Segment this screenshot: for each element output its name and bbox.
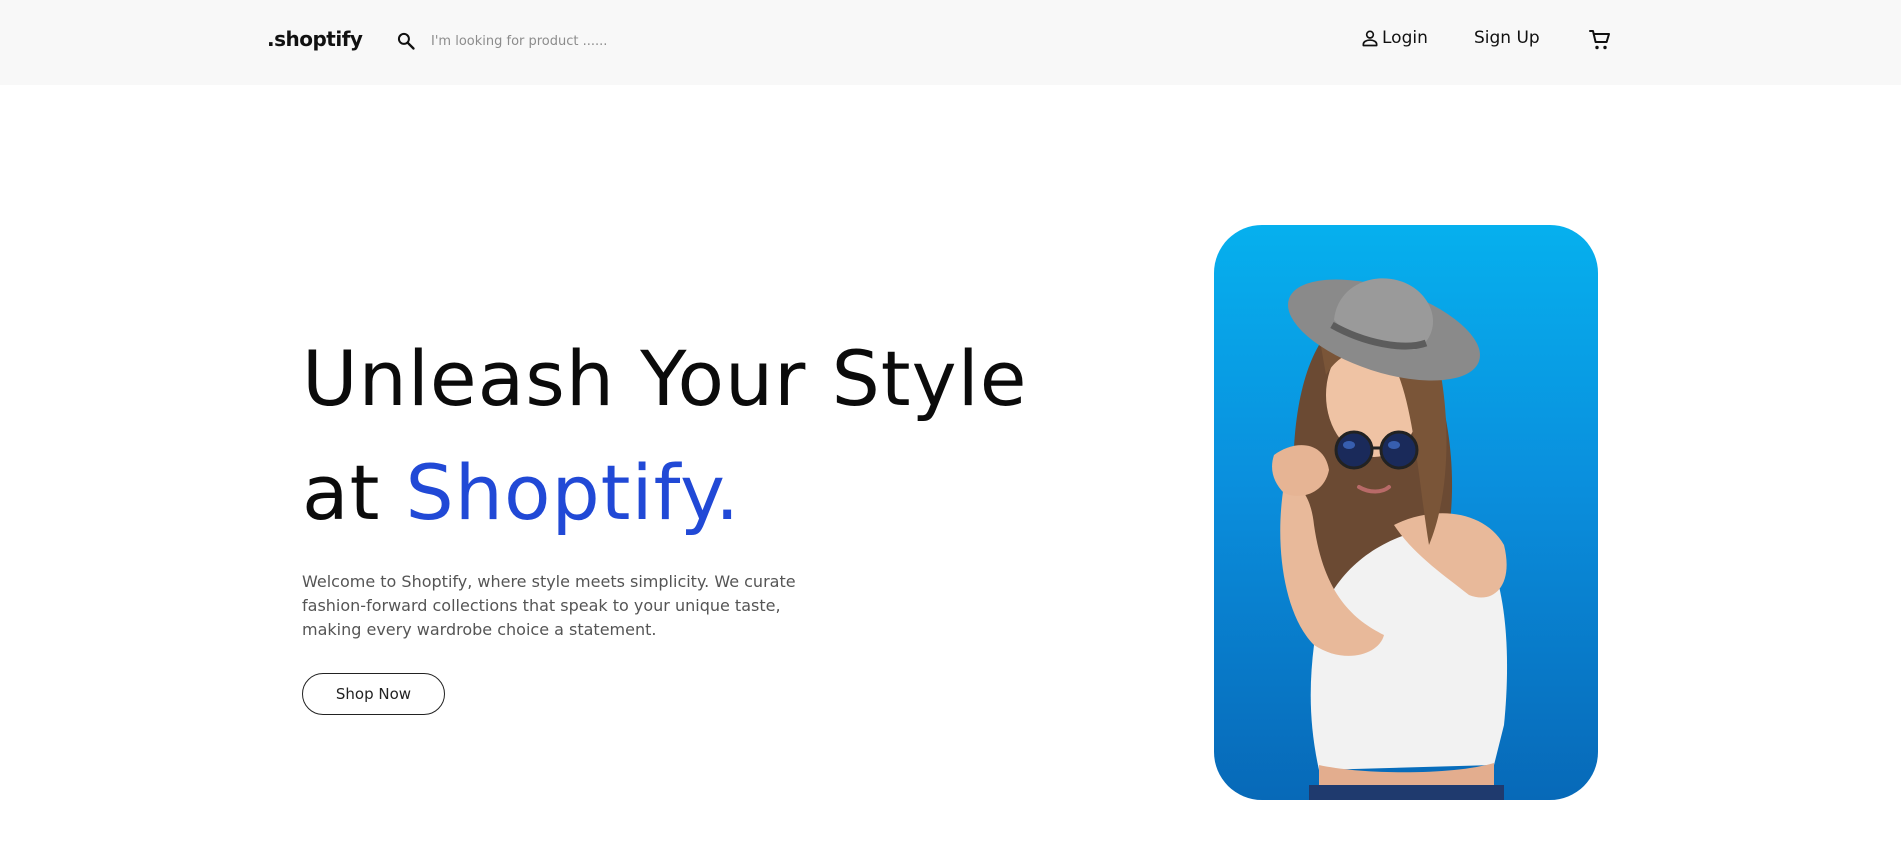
search-bar <box>396 28 956 54</box>
hero-title-prefix: at <box>302 448 406 537</box>
hero-title-brand: Shoptify. <box>405 448 741 537</box>
search-input[interactable] <box>431 33 891 49</box>
search-icon[interactable] <box>396 31 416 51</box>
hero-title: Unleash Your Style at Shoptify. <box>302 322 1027 550</box>
user-icon <box>1360 28 1380 48</box>
hero-image <box>1214 225 1598 800</box>
login-label: Login <box>1382 28 1428 48</box>
site-logo[interactable]: .shoptify <box>267 27 363 51</box>
shop-now-button[interactable]: Shop Now <box>302 673 445 715</box>
cart-icon[interactable] <box>1588 28 1612 52</box>
top-navbar: .shoptify Login Sign Up <box>0 0 1901 85</box>
signup-link[interactable]: Sign Up <box>1474 28 1540 48</box>
login-link[interactable]: Login <box>1360 28 1428 48</box>
hero-description: Welcome to Shoptify, where style meets s… <box>302 572 796 639</box>
hero-title-line1: Unleash Your Style <box>302 334 1028 423</box>
